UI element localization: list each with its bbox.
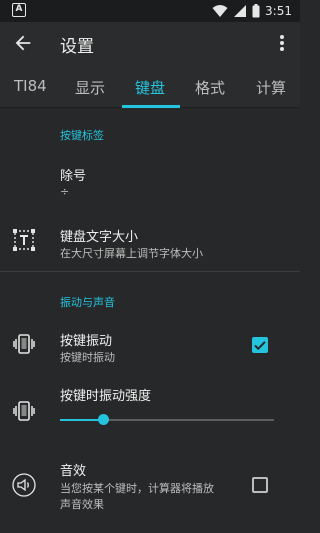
status-time: 3:51 [265, 4, 292, 18]
battery-icon [252, 4, 260, 18]
vibration-icon [13, 401, 35, 421]
key-vibration-checkbox[interactable] [252, 337, 268, 353]
arrow-back-icon[interactable] [12, 32, 34, 54]
notification-icon: A [12, 3, 26, 17]
section-header-key-labels: 按键标签 [60, 129, 104, 142]
vibration-strength-slider[interactable] [60, 419, 274, 421]
pref-subtitle-line2: 声音效果 [60, 498, 104, 511]
tab-keyboard[interactable]: 键盘 [135, 77, 165, 98]
pref-value: ÷ [60, 185, 70, 198]
wifi-icon [212, 5, 228, 17]
pref-title: 按键时振动强度 [60, 389, 152, 404]
section-header-vibration-sound: 振动与声音 [60, 296, 115, 309]
tab-bar: TI84 显示 键盘 格式 计算 [0, 64, 300, 108]
app-bar: 设置 [0, 22, 300, 64]
tab-calculation[interactable]: 计算 [256, 77, 286, 98]
pref-subtitle: 按键时振动 [60, 351, 115, 364]
tab-display[interactable]: 显示 [75, 77, 105, 98]
page-title: 设置 [60, 37, 94, 57]
sound-checkbox[interactable] [252, 477, 268, 493]
volume-icon [12, 473, 36, 497]
more-vert-icon[interactable] [272, 32, 292, 54]
pref-title: 除号 [60, 169, 87, 184]
pref-subtitle: 在大尺寸屏幕上调节字体大小 [60, 247, 203, 260]
check-icon [254, 341, 266, 351]
slider-fill [60, 419, 103, 421]
pref-title: 按键振动 [60, 334, 113, 349]
slider-thumb[interactable] [97, 414, 109, 425]
pref-title: 键盘文字大小 [60, 230, 139, 245]
section-divider [0, 271, 300, 272]
pref-title: 音效 [60, 464, 87, 479]
status-bar: A 3:51 [0, 0, 300, 22]
tab-format[interactable]: 格式 [195, 77, 225, 98]
signal-icon [234, 5, 247, 17]
text-size-icon [13, 229, 35, 251]
pref-subtitle-line1: 当您按某个键时，计算器将播放 [60, 482, 214, 495]
tab-ti84[interactable]: TI84 [14, 77, 47, 95]
active-tab-indicator [122, 105, 180, 108]
vibration-icon [13, 334, 35, 354]
